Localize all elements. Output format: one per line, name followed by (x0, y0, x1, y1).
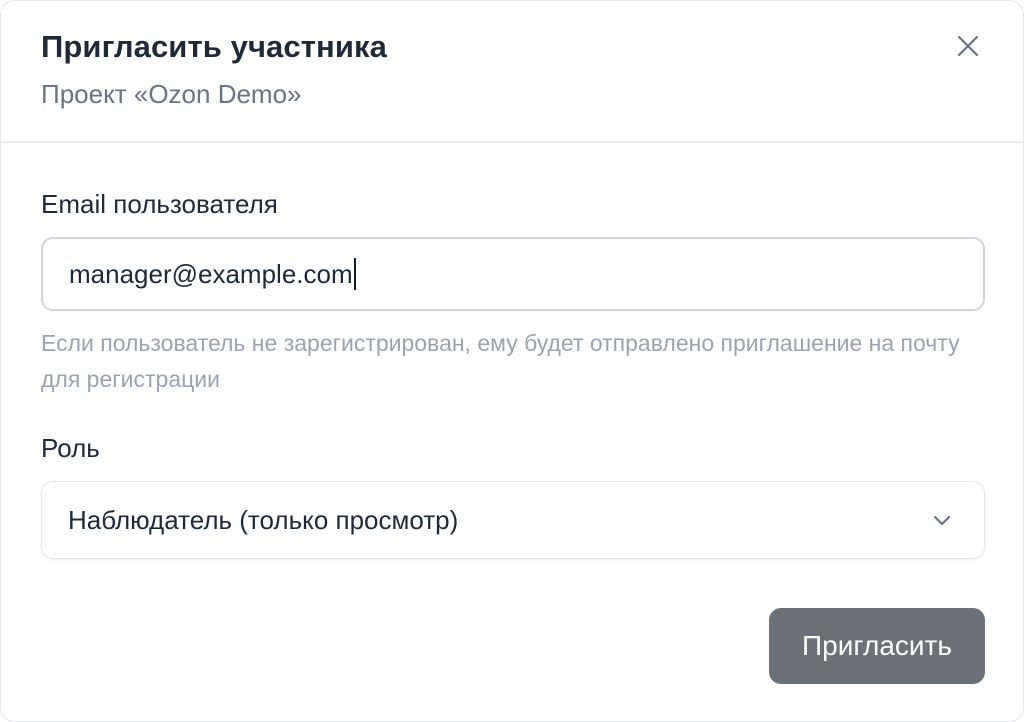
dialog-header: Пригласить участника Проект «Ozon Demo» (1, 1, 1023, 143)
email-label: Email пользователя (41, 189, 278, 219)
invite-button[interactable]: Пригласить (769, 608, 985, 684)
chevron-down-icon (933, 515, 951, 526)
dialog-title: Пригласить участника (41, 29, 387, 64)
close-button[interactable] (951, 29, 985, 63)
email-hint: Если пользователь не зарегистрирован, ем… (41, 330, 960, 392)
text-caret (353, 258, 356, 290)
email-value: manager@example.com (69, 258, 353, 289)
role-select[interactable]: Наблюдатель (только просмотр) (41, 481, 985, 559)
role-selected-value: Наблюдатель (только просмотр) (68, 504, 459, 535)
invite-member-dialog: Пригласить участника Проект «Ozon Demo» … (0, 0, 1024, 722)
close-icon (957, 35, 979, 57)
email-input[interactable]: manager@example.com (41, 237, 985, 311)
role-label: Роль (41, 433, 100, 463)
dialog-subtitle: Проект «Ozon Demo» (41, 79, 302, 109)
